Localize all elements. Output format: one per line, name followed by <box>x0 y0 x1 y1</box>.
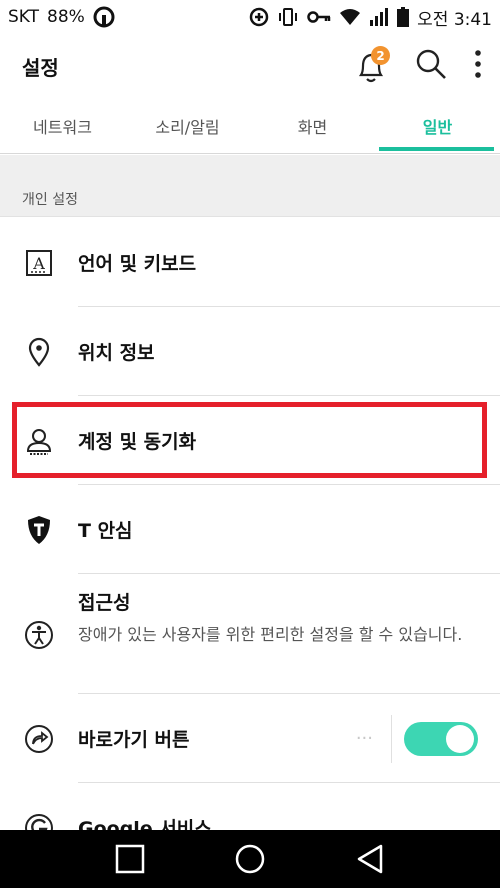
signal-icon <box>369 8 389 26</box>
tab-network[interactable]: 네트워크 <box>0 98 125 153</box>
back-triangle-icon <box>357 844 383 874</box>
tab-bar: 네트워크 소리/알림 화면 일반 <box>0 98 500 154</box>
more-dots: ··· <box>355 728 373 749</box>
clock: 오전 3:41 <box>417 9 492 30</box>
vibrate-icon <box>277 7 299 27</box>
list-item-label: T 안심 <box>78 520 133 542</box>
settings-list: A 언어 및 키보드 위치 정보 계정 및 동기화 T 안심 접근성 장애가 있… <box>0 218 500 872</box>
list-item-label: 언어 및 키보드 <box>78 253 197 275</box>
toggle-knob <box>446 724 474 753</box>
notifications-button[interactable]: 2 <box>354 46 390 86</box>
accessibility-icon <box>22 618 56 652</box>
list-item-location[interactable]: 위치 정보 <box>0 307 500 396</box>
divider <box>391 714 392 763</box>
more-options-button[interactable] <box>474 49 482 83</box>
svg-text:A: A <box>32 254 45 273</box>
list-item-label: 위치 정보 <box>78 342 155 364</box>
list-item-label: 접근성 <box>78 592 131 614</box>
key-icon <box>307 10 331 24</box>
battery-icon <box>397 7 410 27</box>
shortcut-icon <box>22 722 56 756</box>
list-item-label: 바로가기 버튼 <box>78 729 190 751</box>
carrier-label: SKT <box>8 7 40 27</box>
notification-badge: 2 <box>371 46 390 65</box>
tab-display[interactable]: 화면 <box>250 98 375 153</box>
shortcut-toggle[interactable] <box>404 721 478 756</box>
tab-sound-notifications[interactable]: 소리/알림 <box>125 98 250 153</box>
recent-apps-button[interactable] <box>110 839 150 879</box>
list-item-accounts-sync[interactable]: 계정 및 동기화 <box>0 396 500 485</box>
navigation-bar <box>0 830 500 888</box>
app-bar: 설정 2 <box>0 34 500 98</box>
list-item-language-keyboard[interactable]: A 언어 및 키보드 <box>0 218 500 307</box>
list-item-t-safety[interactable]: T 안심 <box>0 485 500 574</box>
shield-icon <box>22 513 56 547</box>
page-title: 설정 <box>22 55 59 80</box>
language-icon: A <box>22 246 56 280</box>
square-icon <box>115 844 145 874</box>
list-item-label: 계정 및 동기화 <box>78 431 197 453</box>
wifi-icon <box>339 8 361 26</box>
search-icon <box>416 49 446 79</box>
account-icon <box>22 424 56 458</box>
status-bar: SKT 88% 오전 3:41 <box>0 0 500 34</box>
list-item-shortcut-button[interactable]: 바로가기 버튼 ··· <box>0 694 500 783</box>
list-item-description: 장애가 있는 사용자를 위한 편리한 설정을 할 수 있습니다. <box>78 625 463 644</box>
back-button[interactable] <box>350 839 390 879</box>
data-saver-icon <box>249 7 269 27</box>
more-vert-icon <box>475 50 481 78</box>
circle-icon <box>235 844 265 874</box>
location-pin-icon <box>22 335 56 369</box>
battery-percent: 88% <box>47 7 85 27</box>
list-item-accessibility[interactable]: 접근성 장애가 있는 사용자를 위한 편리한 설정을 할 수 있습니다. <box>0 574 500 694</box>
home-button[interactable] <box>230 839 270 879</box>
section-header: 개인 설정 <box>0 155 500 217</box>
app-notification-icon <box>93 6 115 28</box>
search-button[interactable] <box>414 47 448 85</box>
tab-general[interactable]: 일반 <box>375 98 500 153</box>
